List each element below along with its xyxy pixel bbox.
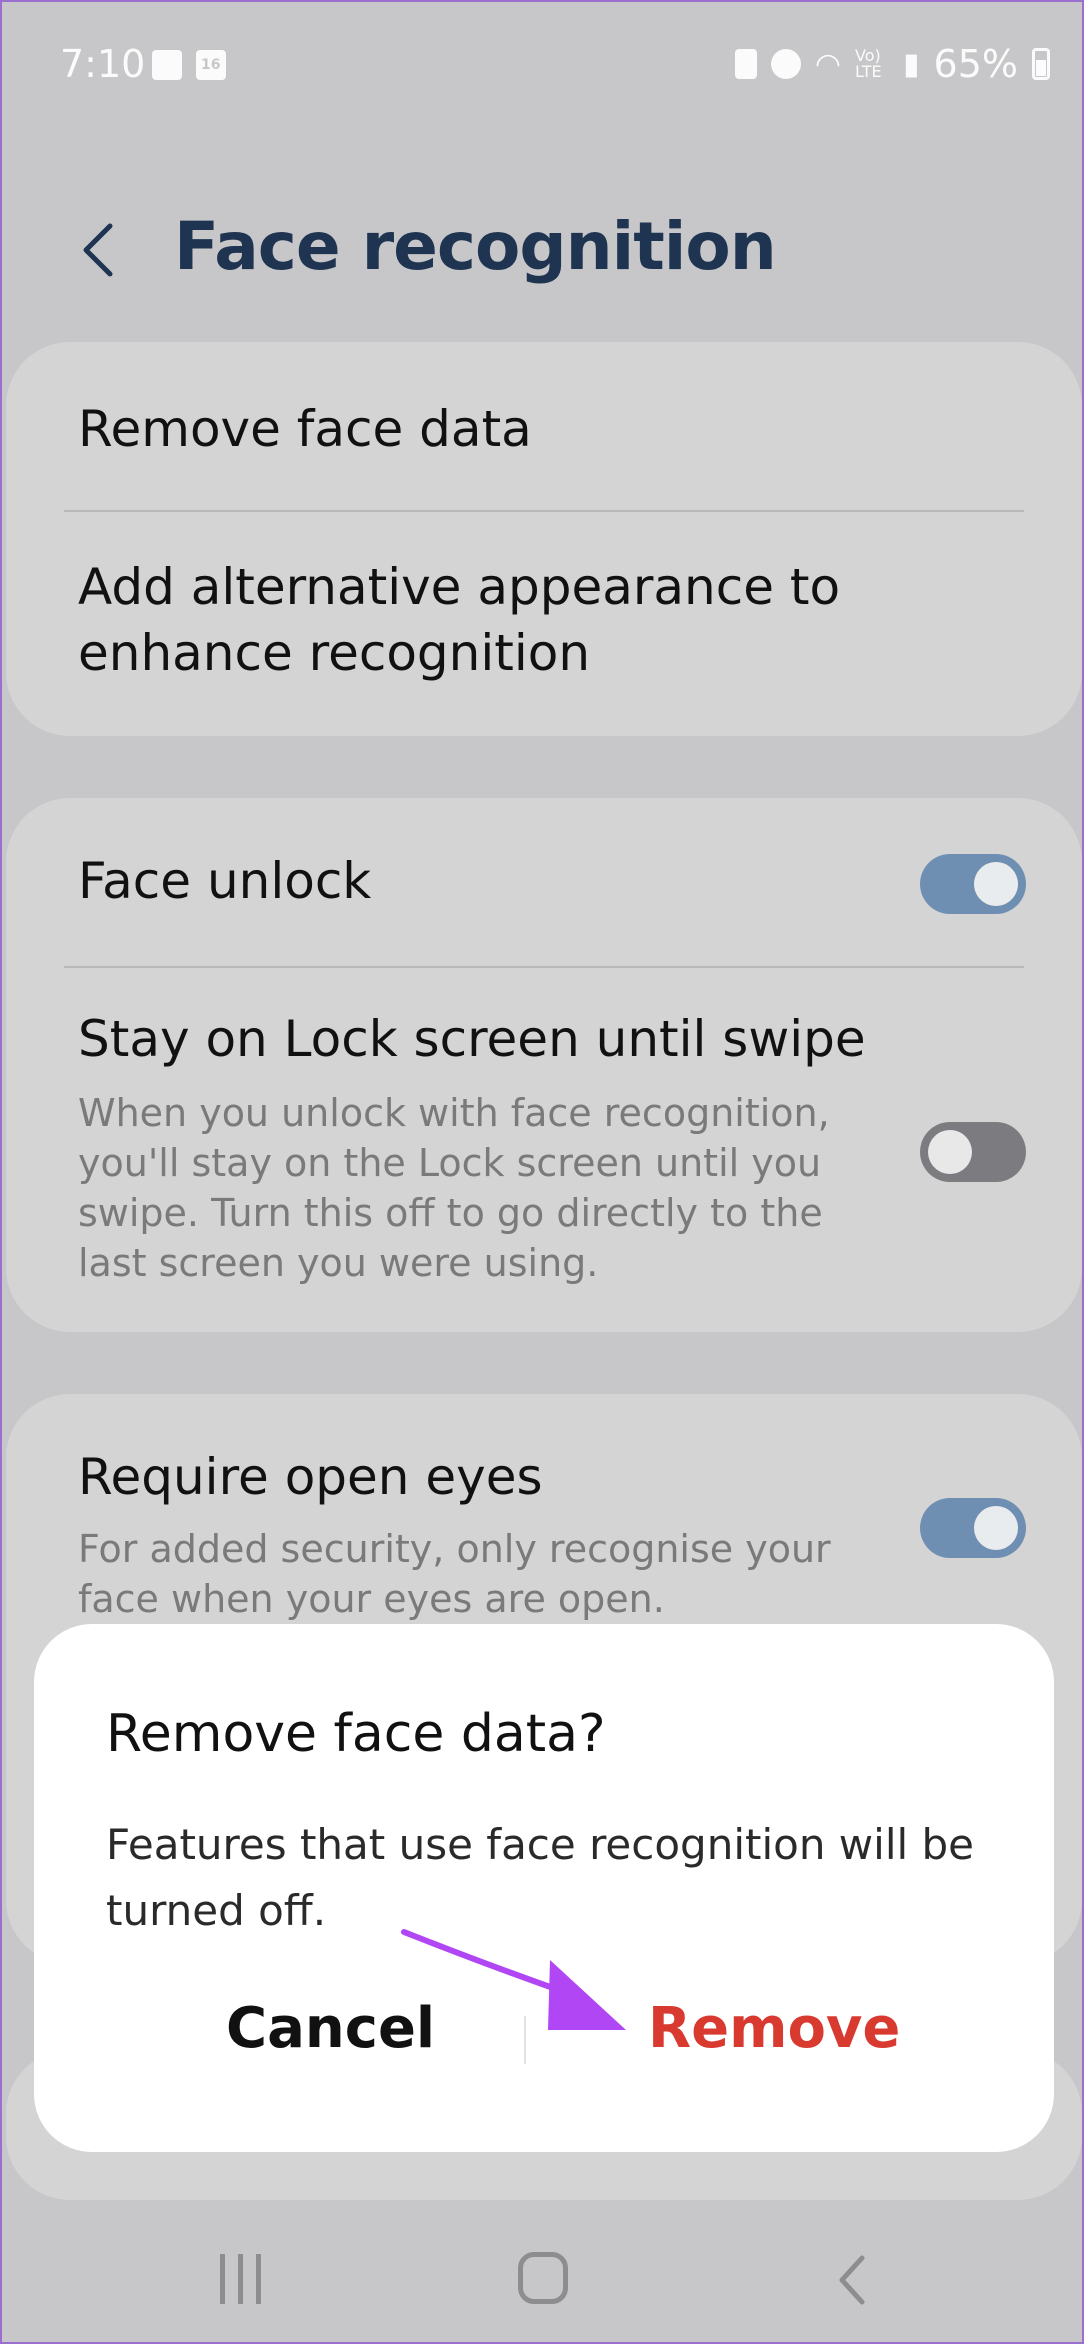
page-title: Face recognition: [174, 208, 777, 285]
toggle-knob: [928, 1130, 972, 1174]
status-bar: 7:10 ◠ Vo) LTE ▮ 65%: [2, 2, 1084, 132]
back-icon[interactable]: [74, 220, 124, 280]
dialog-message: Features that use face recognition will …: [106, 1820, 975, 1935]
remove-button[interactable]: Remove: [648, 1996, 900, 2061]
battery-percent: 65%: [933, 42, 1018, 86]
stay-on-lock-screen-label[interactable]: Stay on Lock screen until swipe: [78, 1010, 866, 1068]
network-type: Vo) LTE: [855, 46, 882, 81]
divider: [64, 510, 1024, 512]
signal-icon: ▮: [903, 46, 920, 82]
status-time: 7:10: [60, 42, 146, 86]
recent-apps-icon[interactable]: [216, 2254, 266, 2304]
require-open-eyes-label[interactable]: Require open eyes: [78, 1448, 543, 1506]
battery-saver-icon: [734, 49, 757, 79]
unlock-settings-card: Face unlock Stay on Lock screen until sw…: [6, 798, 1082, 1332]
navigation-bar: [2, 2232, 1084, 2332]
app-header: Face recognition: [2, 192, 1084, 302]
remove-face-data-dialog: Remove face data? Features that use face…: [34, 1624, 1054, 2152]
home-icon[interactable]: [518, 2252, 568, 2304]
annotation-arrow-icon: [401, 1929, 626, 2030]
stay-on-lock-screen-toggle[interactable]: [920, 1122, 1026, 1182]
dialog-title: Remove face data?: [106, 1704, 606, 1764]
toggle-knob: [974, 862, 1018, 906]
toggle-knob: [974, 1506, 1018, 1550]
alarm-icon: [770, 49, 801, 79]
notification-icons: [152, 50, 226, 80]
require-open-eyes-toggle[interactable]: [920, 1498, 1026, 1558]
stay-on-lock-screen-description: When you unlock with face recognition, y…: [78, 1091, 830, 1285]
gallery-icon: [152, 50, 182, 80]
require-open-eyes-description: For added security, only recognise your …: [78, 1527, 831, 1621]
calendar-icon: [196, 50, 226, 80]
battery-icon: [1032, 48, 1050, 80]
remove-face-data-item[interactable]: Remove face data: [78, 400, 532, 458]
add-alternative-appearance-item[interactable]: Add alternative appearance to enhance re…: [78, 554, 938, 686]
nav-back-icon[interactable]: [832, 2250, 872, 2310]
face-data-card: Remove face data Add alternative appeara…: [6, 342, 1082, 736]
status-right: ◠ Vo) LTE ▮ 65%: [734, 42, 1050, 86]
wifi-icon: ◠: [814, 46, 842, 82]
face-unlock-toggle[interactable]: [920, 854, 1026, 914]
divider: [64, 966, 1024, 968]
face-unlock-label[interactable]: Face unlock: [78, 852, 371, 910]
